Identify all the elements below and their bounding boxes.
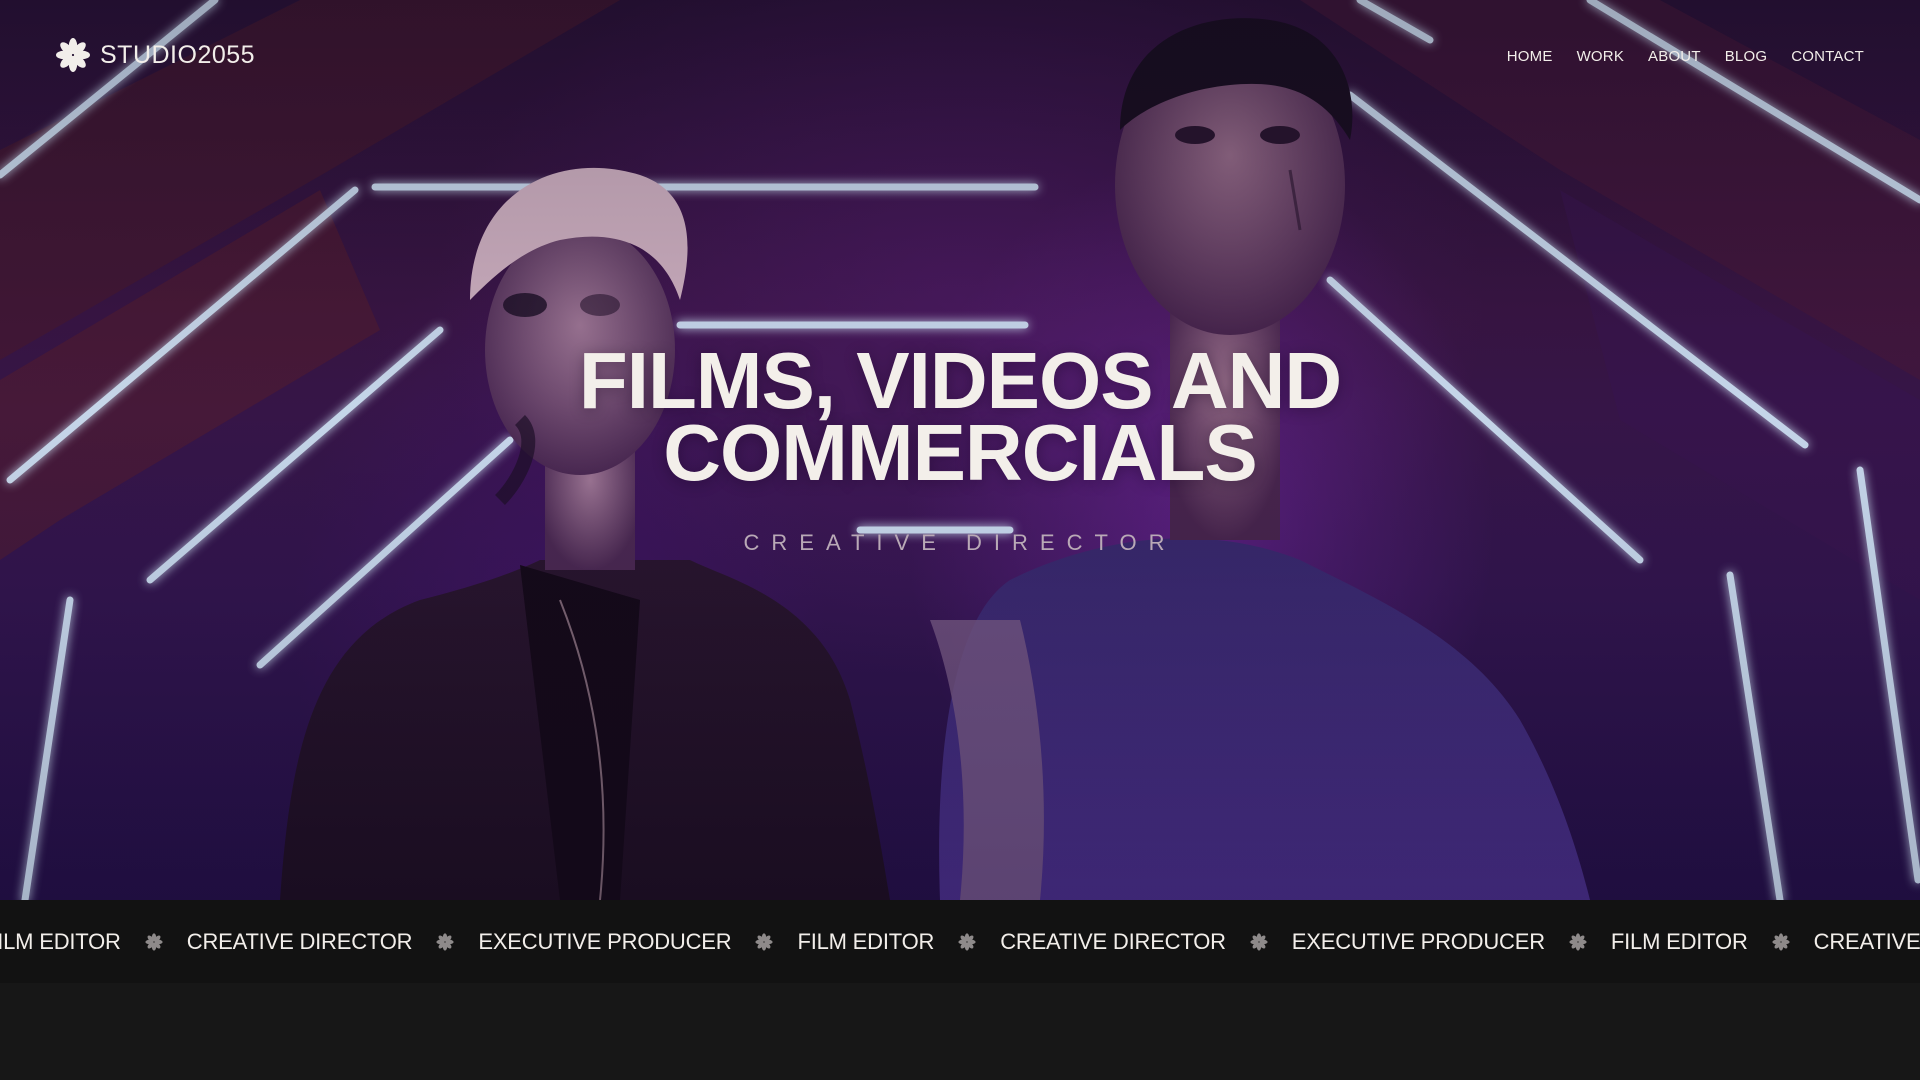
hero-section: STUDIO2055 HOME WORK ABOUT BLOG CONTACT … [0, 0, 1920, 900]
ticker-item: FILM EDITOR [0, 928, 121, 954]
hero-title-line1: FILMS, VIDEOS AND [578, 336, 1342, 425]
asterisk-flower-icon [1772, 932, 1790, 951]
nav-item-about[interactable]: ABOUT [1648, 48, 1701, 65]
asterisk-flower-icon [56, 38, 90, 72]
asterisk-flower-icon [958, 932, 976, 951]
ticker-item: CREATIVE DIRECTOR [1000, 928, 1226, 954]
nav-item-contact[interactable]: CONTACT [1791, 48, 1864, 65]
hero-title-line2: COMMERCIALS [663, 408, 1257, 497]
asterisk-flower-icon [1250, 932, 1268, 951]
ticker-item: FILM EDITOR [797, 928, 935, 954]
roles-ticker: FILM EDITOR CREATIVE DIRECTOR EXECUTIVE … [0, 900, 1920, 983]
nav-item-work[interactable]: WORK [1577, 48, 1624, 65]
hero-subtitle: CREATIVE DIRECTOR [743, 530, 1177, 555]
hero-title: FILMS, VIDEOS AND COMMERCIALS [0, 336, 1920, 497]
ticker-item: FILM EDITOR [1610, 928, 1748, 954]
main-nav: HOME WORK ABOUT BLOG CONTACT [1507, 48, 1864, 65]
ticker-item: CREATIVE DIRECTOR [1813, 928, 1920, 954]
ticker-item: EXECUTIVE PRODUCER [478, 928, 732, 954]
asterisk-flower-icon [436, 932, 454, 951]
ticker-item: EXECUTIVE PRODUCER [1291, 928, 1545, 954]
asterisk-flower-icon [145, 932, 163, 951]
ticker-item: CREATIVE DIRECTOR [186, 928, 413, 954]
asterisk-flower-icon [755, 932, 774, 951]
nav-item-blog[interactable]: BLOG [1725, 48, 1767, 65]
ticker-track: FILM EDITOR CREATIVE DIRECTOR EXECUTIVE … [0, 900, 1920, 983]
asterisk-flower-icon [1569, 932, 1587, 951]
brand-logo[interactable]: STUDIO2055 [56, 38, 255, 72]
nav-item-home[interactable]: HOME [1507, 48, 1553, 65]
brand-name: STUDIO2055 [100, 40, 256, 69]
page-below-fold [0, 983, 1920, 1080]
